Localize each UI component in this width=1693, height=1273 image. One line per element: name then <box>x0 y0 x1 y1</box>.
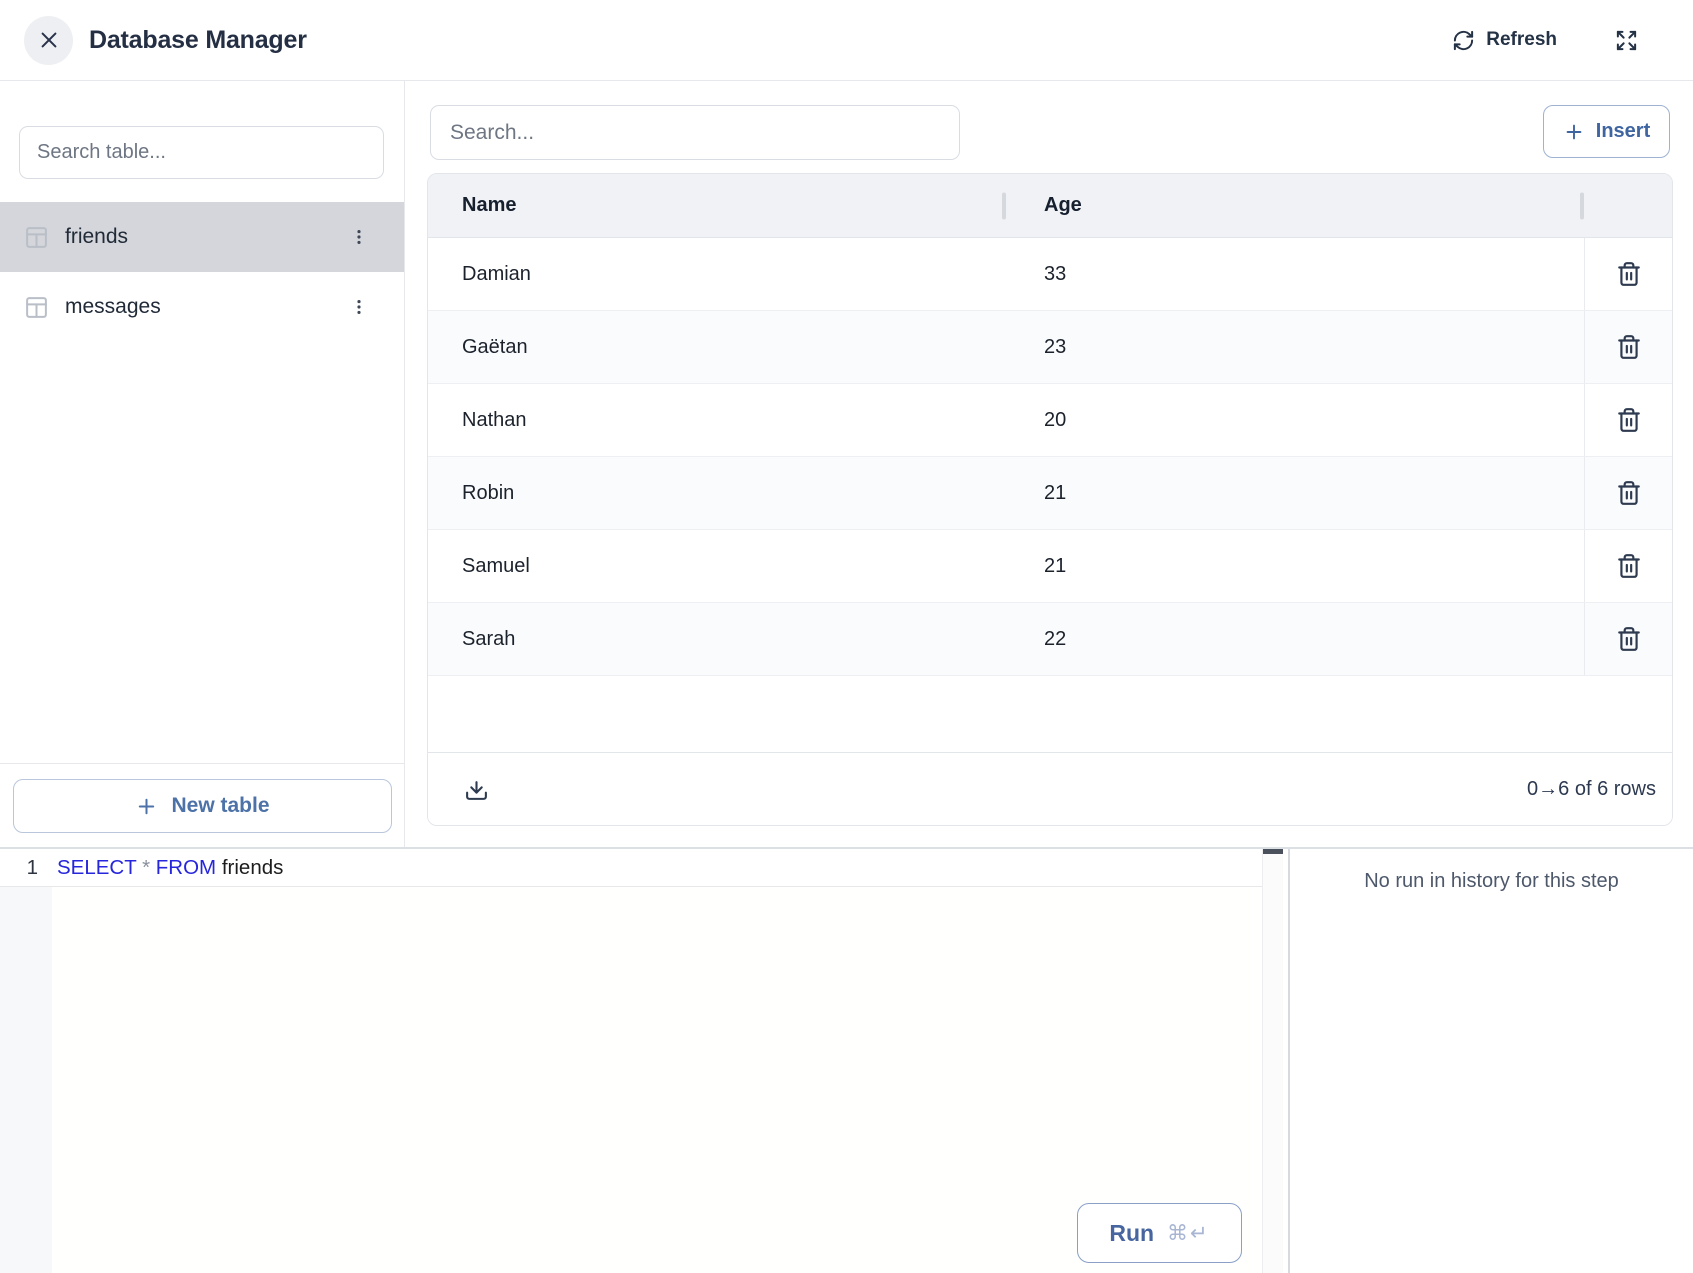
grid-empty-space <box>428 676 1672 752</box>
new-table-label: New table <box>171 794 269 818</box>
cell-name: Gaëtan <box>428 311 1006 383</box>
top-bar-actions: Refresh <box>1452 29 1638 52</box>
editor-scrollbar[interactable] <box>1262 849 1283 1273</box>
column-header-age: Age <box>1006 174 1584 237</box>
table-row[interactable]: Gaëtan 23 <box>428 311 1672 384</box>
editor-gutter <box>0 849 52 1273</box>
plus-icon <box>135 795 158 818</box>
cell-actions <box>1584 238 1672 310</box>
table-row[interactable]: Nathan 20 <box>428 384 1672 457</box>
trash-icon <box>1616 334 1642 360</box>
sidebar-footer: New table <box>0 763 404 847</box>
grid-body: Damian 33 Gaëtan 23 <box>428 238 1672 676</box>
cell-age: 20 <box>1006 384 1584 456</box>
search-rows-input[interactable] <box>430 105 960 160</box>
cell-name: Nathan <box>428 384 1006 456</box>
history-empty-message: No run in history for this step <box>1364 870 1619 893</box>
trash-icon <box>1616 407 1642 433</box>
sql-editor[interactable]: 1 SELECT * FROM friends Run ⌘↵ <box>0 849 1262 1273</box>
grid-footer: 0→6 of 6 rows <box>428 752 1672 825</box>
cell-actions <box>1584 603 1672 675</box>
table-options-button[interactable] <box>345 293 373 321</box>
cell-actions <box>1584 311 1672 383</box>
run-shortcut-hint: ⌘↵ <box>1167 1221 1210 1245</box>
cell-name: Robin <box>428 457 1006 529</box>
sidebar-item-friends[interactable]: friends <box>0 202 404 272</box>
delete-row-button[interactable] <box>1612 549 1646 583</box>
table-row[interactable]: Robin 21 <box>428 457 1672 530</box>
kebab-menu-icon <box>349 227 369 247</box>
delete-row-button[interactable] <box>1612 257 1646 291</box>
page-title: Database Manager <box>89 26 307 55</box>
expand-icon <box>1615 29 1638 52</box>
table-icon <box>24 295 49 320</box>
table-row[interactable]: Samuel 21 <box>428 530 1672 603</box>
cell-actions <box>1584 457 1672 529</box>
sidebar-item-label: messages <box>65 295 345 319</box>
column-header-label: Age <box>1044 194 1082 217</box>
run-button[interactable]: Run ⌘↵ <box>1077 1203 1242 1263</box>
table-options-button[interactable] <box>345 223 373 251</box>
download-icon <box>464 777 489 802</box>
rows-count-status: 0→6 of 6 rows <box>1527 778 1656 801</box>
refresh-icon <box>1452 29 1475 52</box>
trash-icon <box>1616 480 1642 506</box>
column-header-label: Name <box>462 194 516 217</box>
export-button[interactable] <box>464 777 489 802</box>
cell-age: 21 <box>1006 457 1584 529</box>
close-icon <box>38 29 60 51</box>
insert-label: Insert <box>1596 120 1650 143</box>
kebab-menu-icon <box>349 297 369 317</box>
sidebar-item-messages[interactable]: messages <box>0 272 404 342</box>
search-table-input[interactable] <box>19 126 384 179</box>
insert-button[interactable]: Insert <box>1543 105 1670 158</box>
run-history-panel: No run in history for this step <box>1290 849 1693 1273</box>
refresh-label: Refresh <box>1486 29 1557 51</box>
cell-age: 21 <box>1006 530 1584 602</box>
editor-active-line[interactable]: 1 SELECT * FROM friends <box>0 849 1262 887</box>
column-header-actions <box>1584 174 1672 237</box>
trash-icon <box>1616 626 1642 652</box>
sidebar-item-label: friends <box>65 225 345 249</box>
table-row[interactable]: Sarah 22 <box>428 603 1672 676</box>
editor-scrollbar-thumb[interactable] <box>1263 849 1283 854</box>
delete-row-button[interactable] <box>1612 476 1646 510</box>
cell-age: 33 <box>1006 238 1584 310</box>
cell-actions <box>1584 384 1672 456</box>
database-manager-window: Database Manager Refresh <box>0 0 1693 1273</box>
top-bar: Database Manager Refresh <box>0 0 1693 81</box>
sidebar: friends messages <box>0 81 405 847</box>
delete-row-button[interactable] <box>1612 403 1646 437</box>
delete-row-button[interactable] <box>1612 622 1646 656</box>
cell-age: 22 <box>1006 603 1584 675</box>
table-row[interactable]: Damian 33 <box>428 238 1672 311</box>
fullscreen-button[interactable] <box>1615 29 1638 52</box>
line-number: 1 <box>0 849 52 886</box>
data-grid: Name Age Damian 33 <box>427 173 1673 826</box>
cell-name: Damian <box>428 238 1006 310</box>
grid-header-row: Name Age <box>428 174 1672 238</box>
trash-icon <box>1616 261 1642 287</box>
new-table-button[interactable]: New table <box>13 779 392 833</box>
table-list: friends messages <box>0 202 404 342</box>
run-label: Run <box>1109 1220 1154 1247</box>
close-button[interactable] <box>24 16 73 65</box>
refresh-button[interactable]: Refresh <box>1452 29 1557 52</box>
trash-icon <box>1616 553 1642 579</box>
column-header-name: Name <box>428 174 1006 237</box>
sql-code-line[interactable]: SELECT * FROM friends <box>52 849 283 886</box>
table-icon <box>24 225 49 250</box>
cell-name: Samuel <box>428 530 1006 602</box>
cell-actions <box>1584 530 1672 602</box>
plus-icon <box>1563 121 1585 143</box>
cell-name: Sarah <box>428 603 1006 675</box>
cell-age: 23 <box>1006 311 1584 383</box>
delete-row-button[interactable] <box>1612 330 1646 364</box>
table-panel: Insert Name Age Damian 33 <box>406 81 1693 847</box>
